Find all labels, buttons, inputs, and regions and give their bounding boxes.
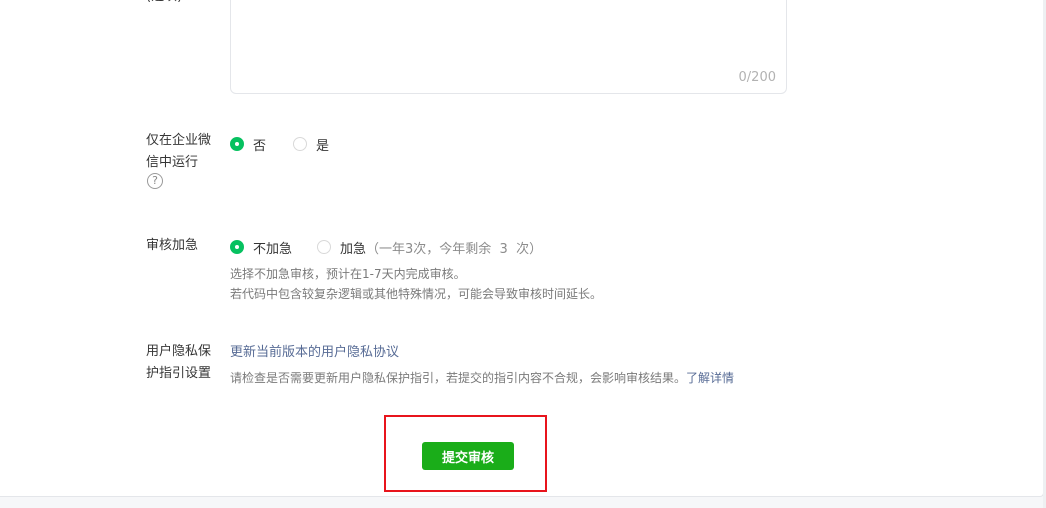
- help-icon[interactable]: ?: [147, 173, 163, 189]
- radio-unchecked-icon: [293, 137, 307, 151]
- wework-only-yes-radio[interactable]: 是: [293, 134, 329, 154]
- wework-only-label-line1: 仅在企业微: [146, 133, 212, 148]
- radio-checked-icon: [230, 137, 244, 151]
- radio-label: 不加急: [253, 241, 293, 257]
- expedite-desc-line1: 选择不加急审核，预计在1-7天内完成审核。: [230, 267, 466, 281]
- radio-checked-icon: [230, 240, 244, 254]
- privacy-desc-text: 请检查是否需要更新用户隐私保护指引，若提交的指引内容不合规，会影响审核结果。: [230, 371, 687, 385]
- description-textarea[interactable]: 0/200: [230, 0, 787, 94]
- radio-label: 否: [253, 138, 267, 154]
- expedite-label: 审核加急: [146, 238, 199, 253]
- privacy-label-line2: 护指引设置: [146, 366, 212, 381]
- privacy-label-line1: 用户隐私保: [146, 344, 212, 359]
- wework-only-label: 仅在企业微 信中运行: [146, 130, 218, 174]
- update-privacy-link[interactable]: 更新当前版本的用户隐私协议: [230, 341, 399, 360]
- privacy-label: 用户隐私保 护指引设置: [146, 341, 218, 385]
- submit-review-button[interactable]: 提交审核: [422, 442, 514, 470]
- expedite-desc-line2: 若代码中包含较复杂逻辑或其他特殊情况，可能会导致审核时间延长。: [230, 287, 603, 301]
- char-counter: 0/200: [738, 70, 776, 85]
- no-expedite-radio[interactable]: 不加急: [230, 237, 292, 257]
- wework-only-label-line2: 信中运行: [146, 155, 199, 170]
- expedite-radio[interactable]: 加急 （一年3次，今年剩余 3 次）: [317, 237, 542, 257]
- wework-only-no-radio[interactable]: 否: [230, 134, 266, 154]
- learn-more-link[interactable]: 了解详情: [686, 371, 734, 385]
- expedite-quota-note: （一年3次，今年剩余 3 次）: [366, 241, 543, 257]
- radio-unchecked-icon: [317, 240, 331, 254]
- radio-label: 加急: [340, 241, 367, 257]
- form-card: (选填) 0/200 仅在企业微 信中运行 ? 否 是 审核加急 不加急 加急 …: [0, 0, 1044, 497]
- radio-label: 是: [316, 138, 330, 154]
- description-label: (选填): [146, 0, 182, 8]
- privacy-desc: 请检查是否需要更新用户隐私保护指引，若提交的指引内容不合规，会影响审核结果。了解…: [230, 368, 734, 388]
